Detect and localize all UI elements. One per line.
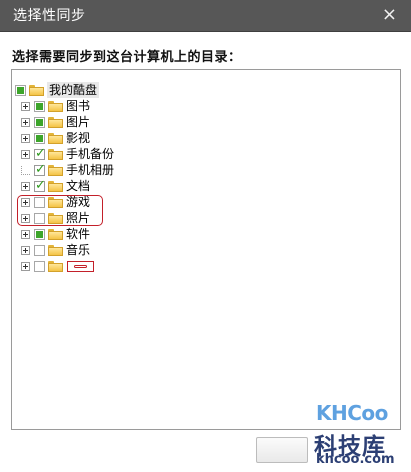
tree-item[interactable]: 影视 [21, 130, 90, 146]
expand-icon[interactable] [21, 117, 30, 127]
folder-label: 游戏 [66, 195, 91, 209]
expand-icon[interactable] [21, 245, 30, 255]
expand-icon[interactable] [21, 181, 30, 191]
folder-icon [48, 116, 63, 128]
folder-icon [48, 132, 63, 144]
tree-item[interactable]: 文档 [21, 178, 90, 194]
folder-checkbox[interactable] [34, 228, 45, 240]
root-checkbox[interactable] [15, 84, 26, 96]
tree-item[interactable]: 照片 [21, 210, 90, 226]
folder-checkbox[interactable] [34, 212, 45, 224]
folder-icon [48, 212, 63, 224]
tree-item[interactable]: 游戏 [21, 194, 90, 210]
folder-checkbox[interactable] [34, 116, 45, 128]
prompt-text: 选择需要同步到这台计算机上的目录： [12, 50, 242, 65]
folder-checkbox[interactable] [34, 100, 45, 112]
folder-icon [29, 84, 44, 96]
folder-label: 音乐 [66, 243, 91, 257]
expand-icon[interactable] [21, 133, 30, 143]
blank-name-marker [67, 260, 94, 272]
watermark-url: khcoo.com [316, 452, 395, 467]
folder-icon [48, 180, 63, 192]
tree-item[interactable] [21, 258, 94, 274]
folder-icon [48, 260, 63, 272]
watermark-logo: KHCoo [316, 401, 388, 425]
tree-item[interactable]: 手机备份 [21, 146, 114, 162]
expand-icon[interactable] [21, 101, 30, 111]
folder-checkbox[interactable] [34, 196, 45, 208]
folder-label: 照片 [66, 211, 91, 225]
expand-icon[interactable] [21, 229, 30, 239]
expand-icon[interactable] [21, 213, 30, 223]
folder-icon [48, 228, 63, 240]
folder-label: 文档 [66, 179, 91, 193]
tree-root-label: 我的酷盘 [47, 82, 100, 98]
dialog-title: 选择性同步 [13, 8, 86, 24]
folder-checkbox[interactable] [34, 132, 45, 144]
tree-root[interactable]: 我的酷盘 [15, 82, 100, 98]
tree-item[interactable]: 图片 [21, 114, 90, 130]
folder-label: 图书 [66, 99, 91, 113]
folder-label: 图片 [66, 115, 91, 129]
folder-checkbox[interactable] [34, 146, 46, 161]
folder-icon [48, 244, 63, 256]
expand-icon[interactable] [21, 149, 30, 159]
folder-tree: 我的酷盘 图书 图片 影视 手机备份 [11, 69, 401, 430]
tree-item[interactable]: 音乐 [21, 242, 90, 258]
folder-label: 手机相册 [66, 163, 115, 177]
tree-item[interactable]: 手机相册 [21, 162, 114, 178]
folder-icon [48, 196, 63, 208]
sync-dialog: 选择性同步 × 选择需要同步到这台计算机上的目录： 我的酷盘 图书 图片 影视 [0, 0, 411, 472]
folder-label: 软件 [66, 227, 91, 241]
folder-checkbox[interactable] [34, 178, 46, 193]
folder-icon [48, 164, 63, 176]
ok-button[interactable] [256, 437, 308, 463]
tree-item[interactable]: 软件 [21, 226, 90, 242]
folder-icon [48, 148, 63, 160]
close-icon[interactable]: × [382, 5, 397, 25]
folder-label: 手机备份 [66, 147, 115, 161]
tree-connector [21, 165, 30, 175]
folder-label: 影视 [66, 131, 91, 145]
tree-item[interactable]: 图书 [21, 98, 90, 114]
expand-icon[interactable] [21, 261, 30, 271]
title-bar: 选择性同步 × [0, 0, 411, 32]
watermark: KHCoo 科技库 khcoo.com [312, 398, 407, 468]
folder-checkbox[interactable] [34, 162, 46, 177]
folder-checkbox[interactable] [34, 260, 45, 272]
folder-icon [48, 100, 63, 112]
expand-icon[interactable] [21, 197, 30, 207]
folder-checkbox[interactable] [34, 244, 45, 256]
